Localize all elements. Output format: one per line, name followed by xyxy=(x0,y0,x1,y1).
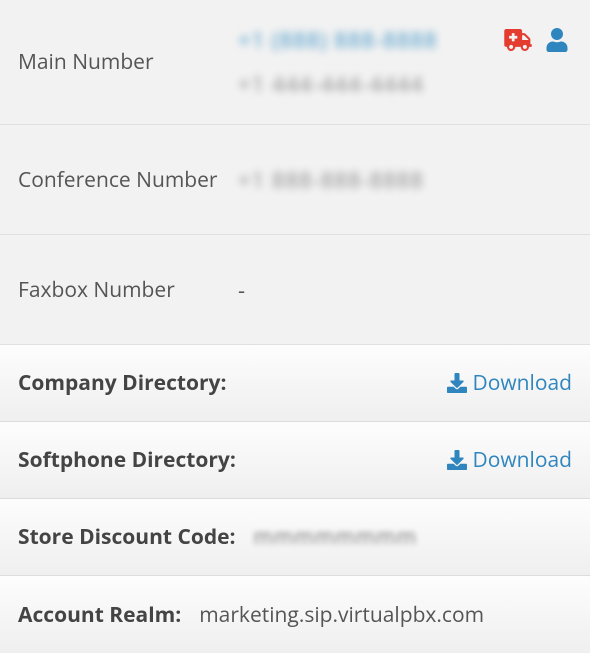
label-store-discount: Store Discount Code: xyxy=(18,523,236,551)
row-main-number: Main Number +1 (888) 888-8888 +1 444-444… xyxy=(0,0,590,125)
row-softphone-directory: Softphone Directory: Download xyxy=(0,422,590,499)
main-number-secondary[interactable]: +1 444-444-4444 xyxy=(238,69,437,99)
main-number-primary[interactable]: +1 (888) 888-8888 xyxy=(238,25,437,55)
label-conference-number: Conference Number xyxy=(18,166,238,194)
row-account-realm: Account Realm: marketing.sip.virtualpbx.… xyxy=(0,576,590,653)
account-realm-value: marketing.sip.virtualpbx.com xyxy=(199,601,484,629)
store-discount-value: mmmmmmmm xyxy=(254,523,418,551)
faxbox-number-values: - xyxy=(238,275,245,305)
label-main-number: Main Number xyxy=(18,48,238,76)
row-faxbox-number: Faxbox Number - xyxy=(0,235,590,345)
row-conference-number: Conference Number +1 888-888-8888 xyxy=(0,125,590,235)
label-company-directory: Company Directory: xyxy=(18,369,447,397)
download-softphone-directory[interactable]: Download xyxy=(447,446,572,474)
label-softphone-directory: Softphone Directory: xyxy=(18,446,447,474)
main-number-values: +1 (888) 888-8888 +1 444-444-4444 xyxy=(238,25,437,99)
conference-number-value[interactable]: +1 888-888-8888 xyxy=(238,165,424,195)
row-store-discount: Store Discount Code: mmmmmmmm xyxy=(0,499,590,576)
row-company-directory: Company Directory: Download xyxy=(0,345,590,422)
download-softphone-directory-label: Download xyxy=(473,446,572,474)
conference-number-values: +1 888-888-8888 xyxy=(238,165,424,195)
label-account-realm: Account Realm: xyxy=(18,601,181,629)
user-icon[interactable] xyxy=(546,28,568,52)
download-company-directory-label: Download xyxy=(473,369,572,397)
faxbox-number-value: - xyxy=(238,275,245,305)
label-faxbox-number: Faxbox Number xyxy=(18,276,238,304)
download-company-directory[interactable]: Download xyxy=(447,369,572,397)
ambulance-icon[interactable] xyxy=(504,29,532,51)
download-icon xyxy=(447,373,467,393)
download-icon xyxy=(447,450,467,470)
main-number-icons xyxy=(504,28,568,52)
